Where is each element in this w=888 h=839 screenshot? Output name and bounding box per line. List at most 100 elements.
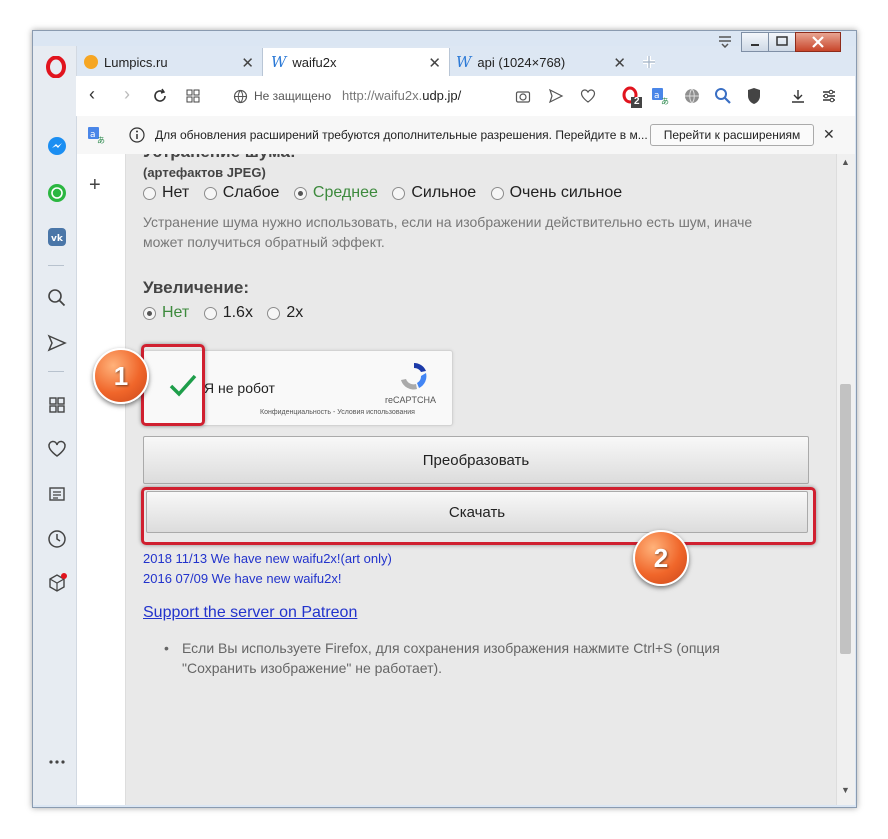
url-host: udp.jp/ (422, 88, 462, 103)
noise-radio-medium[interactable] (293, 186, 307, 200)
close-tab-icon[interactable]: ✕ (613, 54, 626, 72)
option-label: Сильное (411, 184, 477, 201)
option-label: Слабое (222, 184, 280, 201)
bookmark-heart-icon[interactable] (580, 88, 596, 109)
close-tab-icon[interactable]: ✕ (241, 54, 254, 72)
maximize-button[interactable] (768, 32, 796, 52)
back-icon[interactable]: ‹ (89, 84, 95, 105)
more-icon[interactable] (46, 751, 68, 773)
translate-sidebar-icon[interactable]: aあ (87, 126, 105, 149)
bullet-dot: • (164, 640, 169, 656)
speed-dial-icon[interactable] (46, 394, 68, 416)
send-icon[interactable] (46, 332, 68, 354)
recaptcha-logo-icon (397, 360, 431, 397)
add-panel-plus-icon[interactable]: + (89, 174, 101, 197)
step-badge-2: 2 (633, 530, 689, 586)
noise-radio-very-strong[interactable] (490, 186, 504, 200)
noise-subheading: (артефактов JPEG) (143, 165, 266, 180)
scale-radio-1-6x[interactable] (203, 306, 217, 320)
scroll-up-arrow-icon[interactable]: ▲ (841, 157, 850, 167)
url-prefix: http://waifu2x. (342, 88, 423, 103)
camera-icon[interactable] (515, 88, 531, 109)
highlight-download-button (141, 487, 816, 545)
option-label: 2x (286, 304, 304, 321)
sidebar-divider (48, 265, 64, 266)
go-to-extensions-button[interactable]: Перейти к расширениям (650, 124, 814, 146)
waifu-w-icon: W (271, 53, 287, 71)
security-label[interactable]: Не защищено (254, 89, 331, 103)
scale-radio-2x[interactable] (267, 306, 281, 320)
vk-icon[interactable]: vk (46, 226, 68, 248)
send-page-icon[interactable] (548, 88, 564, 109)
scale-radio-none[interactable] (143, 306, 156, 320)
svg-text:a: a (654, 91, 660, 101)
lumpics-orange-icon (84, 55, 98, 69)
page-scrollbar[interactable]: ▲ ▼ (836, 154, 855, 805)
speed-dial-grid-icon[interactable] (185, 88, 201, 109)
recaptcha-brand: reCAPTCHA (385, 395, 437, 405)
news-item[interactable]: 2018 11/13 We have new waifu2x!(art only… (143, 551, 392, 566)
close-infobar-icon[interactable]: ✕ (823, 126, 835, 143)
svg-text:あ: あ (97, 136, 105, 144)
info-icon (129, 127, 145, 148)
firefox-note: • Если Вы используете Firefox, для сохра… (164, 638, 796, 678)
scale-options: Нет 1.6x 2x (143, 304, 313, 322)
option-label: Нет (162, 184, 190, 201)
forward-icon[interactable]: › (124, 84, 130, 105)
translate-icon[interactable]: aあ (651, 87, 669, 110)
extension-side-panel (77, 154, 126, 805)
noise-radio-none[interactable] (143, 186, 156, 200)
extensions-cube-icon[interactable] (46, 572, 68, 594)
scale-heading: Увеличение: (143, 278, 250, 297)
image-search-icon[interactable] (714, 87, 732, 110)
close-window-button[interactable] (795, 32, 841, 52)
scroll-thumb[interactable] (840, 384, 851, 654)
heart-icon[interactable] (46, 438, 68, 460)
tab-lumpics[interactable]: Lumpics.ru ✕ (76, 48, 262, 76)
note-text: Если Вы используете Firefox, для сохране… (182, 640, 720, 676)
search-icon[interactable] (46, 287, 68, 309)
news-item[interactable]: 2016 07/09 We have new waifu2x! (143, 571, 342, 586)
convert-button[interactable]: Преобразовать (143, 436, 809, 484)
globe-icon[interactable] (233, 89, 248, 109)
window-controls (713, 32, 855, 54)
step-badge-1: 1 (93, 348, 149, 404)
tab-menu-icon[interactable] (717, 34, 733, 49)
highlight-recaptcha-checkbox (141, 344, 205, 426)
download-icon[interactable] (790, 88, 806, 109)
infobar-message: Для обновления расширений требуются допо… (155, 128, 648, 142)
extension-count-badge: 2 (634, 96, 640, 107)
news-icon[interactable] (46, 483, 68, 505)
whatsapp-icon[interactable] (46, 182, 68, 204)
tab-api[interactable]: W api (1024×768) ✕ (448, 48, 634, 76)
patreon-link[interactable]: Support the server on Patreon (143, 604, 357, 622)
vpn-globe-icon[interactable] (684, 88, 700, 109)
url-field[interactable]: http://waifu2x.udp.jp/ (342, 88, 461, 103)
recaptcha-label: Я не робот (204, 380, 275, 396)
scroll-down-arrow-icon[interactable]: ▼ (841, 785, 850, 795)
noise-radio-strong[interactable] (392, 186, 406, 200)
close-tab-icon[interactable]: ✕ (428, 54, 441, 72)
new-tab-plus-icon[interactable] (640, 53, 658, 71)
news-link[interactable]: 2016 07/09 We have new waifu2x! (143, 571, 342, 586)
recaptcha-footer[interactable]: Конфиденциальность - Условия использован… (260, 409, 415, 416)
noise-options: Нет Слабое Среднее Сильное Очень сильное (143, 184, 632, 202)
messenger-icon[interactable] (46, 135, 68, 157)
minimize-button[interactable] (741, 32, 769, 52)
opera-logo-icon[interactable] (46, 55, 66, 79)
noise-radio-weak[interactable] (203, 186, 217, 200)
option-label: Среднее (312, 184, 378, 201)
shield-icon[interactable] (746, 87, 762, 110)
page-content: Устранение шума: (артефактов JPEG) Нет С… (126, 154, 836, 805)
option-label: Нет (162, 304, 190, 321)
option-label: 1.6x (222, 304, 253, 321)
option-label: Очень сильное (509, 184, 623, 201)
reload-icon[interactable] (152, 88, 168, 109)
news-link[interactable]: 2018 11/13 We have new waifu2x!(art only… (143, 551, 392, 566)
svg-text:vk: vk (51, 234, 64, 244)
tab-waifu2x[interactable]: W waifu2x ✕ (262, 48, 450, 76)
opera-sidebar (33, 46, 77, 805)
history-icon[interactable] (46, 528, 68, 550)
easy-setup-icon[interactable] (821, 88, 837, 109)
opera-extension-icon[interactable]: 2 (621, 86, 643, 108)
